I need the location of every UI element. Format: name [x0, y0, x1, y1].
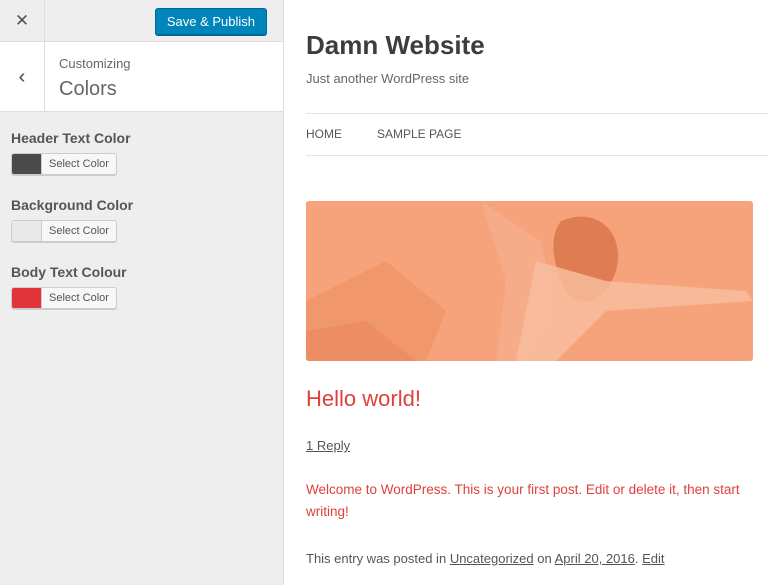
select-color-label: Select Color [49, 158, 109, 170]
site-title[interactable]: Damn Website [306, 30, 485, 61]
breadcrumb: Customizing [59, 56, 131, 71]
section-header: ‹ Customizing Colors [0, 42, 283, 112]
select-color-button[interactable]: Select Color [11, 220, 117, 242]
customizer-sidebar: ✕ Save & Publish ‹ Customizing Colors He… [0, 0, 284, 585]
post-content: Welcome to WordPress. This is your first… [306, 482, 740, 519]
chevron-left-icon[interactable]: ‹ [0, 42, 45, 112]
select-color-label: Select Color [49, 225, 109, 237]
control-label: Header Text Color [11, 130, 131, 146]
color-swatch [12, 288, 42, 308]
save-publish-button[interactable]: Save & Publish [154, 8, 267, 35]
post-meta: This entry was posted in Uncategorized o… [306, 551, 665, 566]
site-description: Just another WordPress site [306, 71, 470, 86]
customizer-header: ✕ Save & Publish [0, 0, 283, 42]
primary-nav: HOME SAMPLE PAGE [306, 113, 768, 156]
category-link[interactable]: Uncategorized [450, 551, 534, 566]
meta-on: on [537, 551, 552, 566]
featured-image-art [306, 201, 753, 361]
body-text-color-control: Body Text Colour Select Color [11, 264, 272, 313]
select-color-button[interactable]: Select Color [11, 153, 117, 175]
post-title[interactable]: Hello world! [306, 386, 421, 412]
close-icon[interactable]: ✕ [0, 0, 45, 42]
color-swatch [12, 154, 42, 174]
meta-separator: . [634, 551, 639, 566]
section-title: Colors [59, 78, 117, 100]
background-color-control: Background Color Select Color [11, 197, 272, 246]
control-label: Background Color [11, 197, 134, 213]
site-preview: Damn Website Just another WordPress site… [285, 0, 768, 585]
date-link[interactable]: April 20, 2016 [555, 551, 635, 566]
control-label: Body Text Colour [11, 264, 127, 280]
select-color-label: Select Color [49, 292, 109, 304]
color-controls: Header Text Color Select Color Backgroun… [0, 112, 283, 313]
header-text-color-control: Header Text Color Select Color [11, 130, 272, 179]
nav-item-sample-page[interactable]: SAMPLE PAGE [377, 127, 461, 141]
edit-link[interactable]: Edit [642, 551, 664, 566]
meta-prefix: This entry was posted in [306, 551, 447, 566]
reply-link[interactable]: 1 Reply [306, 438, 350, 453]
color-swatch [12, 221, 42, 241]
featured-image [306, 201, 753, 361]
nav-item-home[interactable]: HOME [306, 127, 342, 141]
select-color-button[interactable]: Select Color [11, 287, 117, 309]
